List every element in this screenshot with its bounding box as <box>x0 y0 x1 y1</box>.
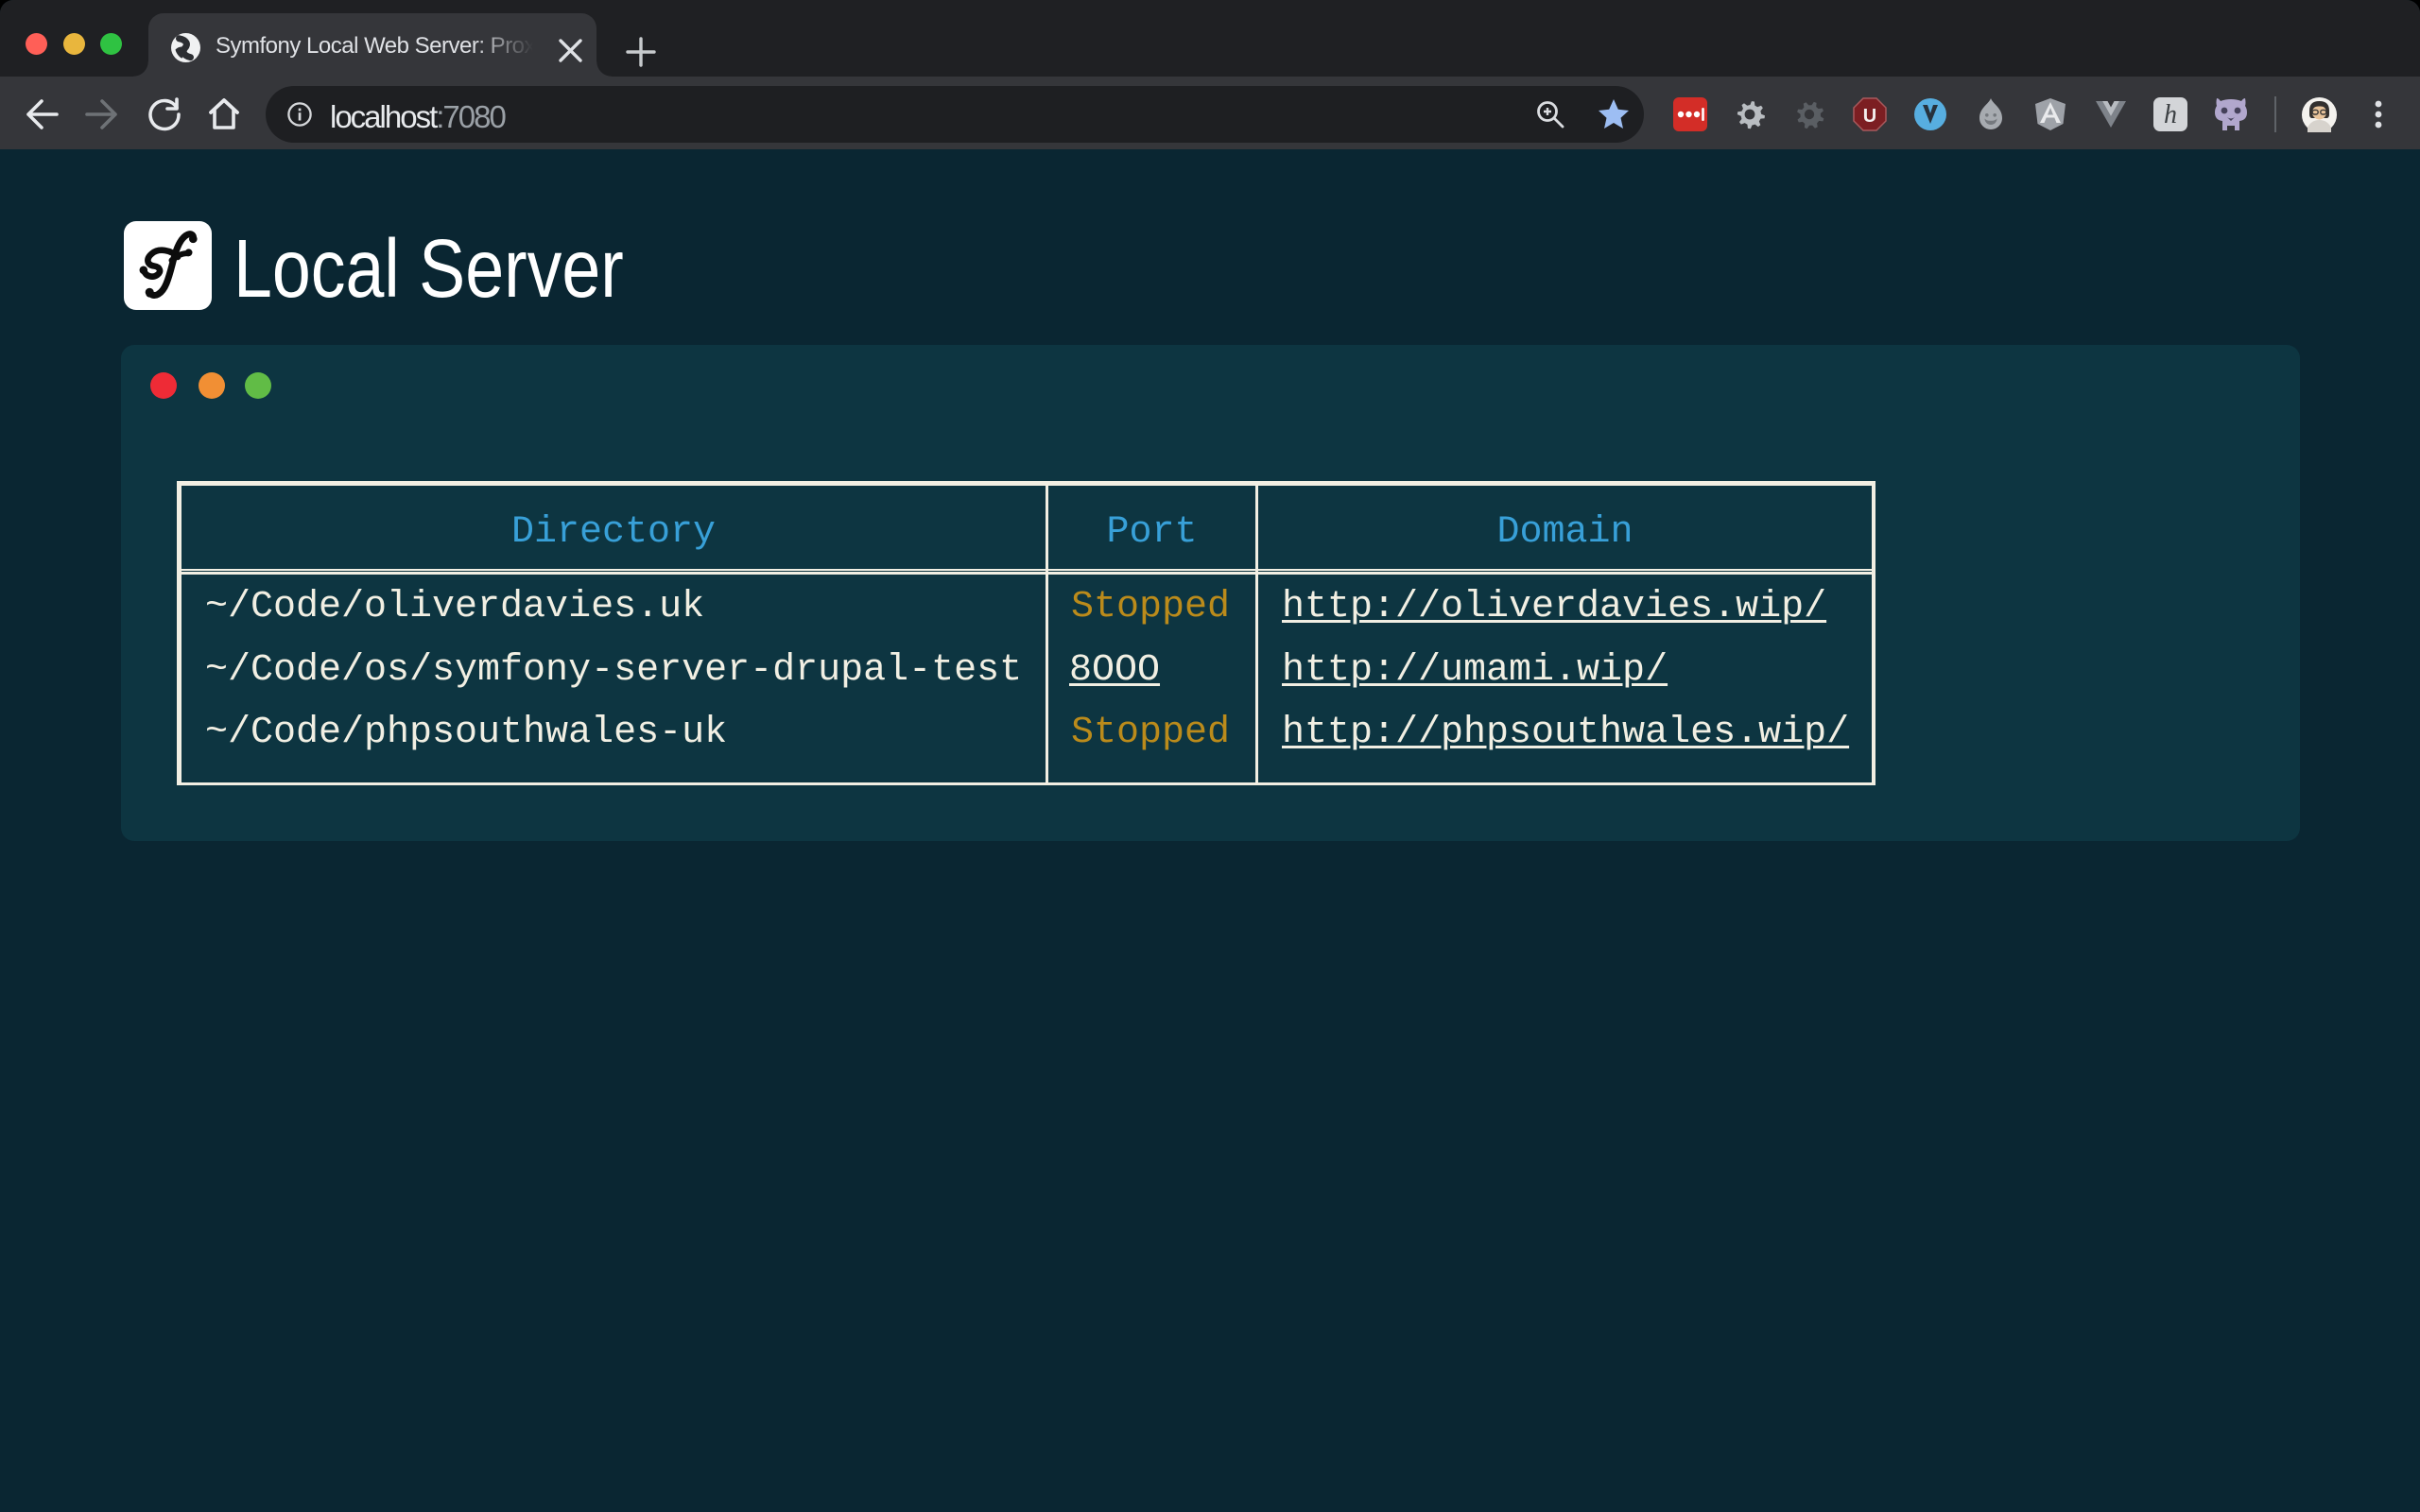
svg-text:h: h <box>2164 100 2177 129</box>
svg-text:U: U <box>1863 106 1876 127</box>
